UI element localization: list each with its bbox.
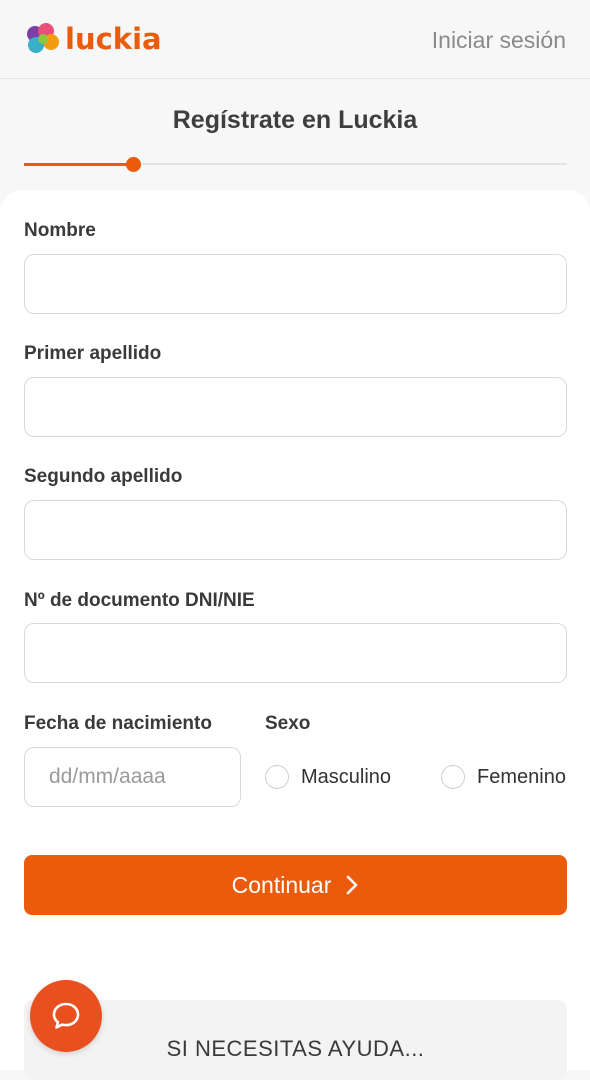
clover-logo-icon	[27, 23, 59, 53]
progress-indicator-dot	[125, 157, 141, 172]
chat-button[interactable]	[30, 980, 102, 1052]
chat-bubble-icon	[52, 1002, 80, 1029]
radio-label-masculino: Masculino	[301, 765, 392, 788]
continue-button[interactable]: Continuar	[24, 855, 567, 915]
login-link[interactable]: Iniciar sesión	[432, 26, 566, 54]
radio-masculino[interactable]: Masculino	[265, 765, 391, 789]
help-heading: SI NECESITAS AYUDA...	[166, 1036, 425, 1061]
radio-femenino[interactable]: Femenino	[441, 765, 566, 789]
radio-circle-masculino[interactable]	[265, 765, 289, 789]
sexo-label: Sexo	[265, 713, 311, 734]
registration-form-card: Nombre Primer apellido Segundo apellido …	[0, 190, 590, 915]
segundo-apellido-input[interactable]	[24, 500, 567, 560]
primer-apellido-label: Primer apellido	[24, 343, 162, 364]
fecha-nacimiento-input[interactable]	[24, 747, 241, 807]
page-title: Regístrate en Luckia	[172, 106, 418, 134]
chevron-right-icon	[347, 875, 358, 895]
logo-wordmark: luckia	[65, 22, 162, 56]
radio-label-femenino: Femenino	[477, 765, 566, 788]
primer-apellido-input[interactable]	[24, 377, 567, 437]
luckia-logo[interactable]: luckia	[24, 22, 162, 56]
documento-label: Nº de documento DNI/NIE	[24, 590, 255, 611]
fecha-nacimiento-label: Fecha de nacimiento	[24, 713, 212, 734]
nombre-label: Nombre	[24, 220, 96, 241]
continue-button-label: Continuar	[231, 871, 332, 898]
top-header: luckia Iniciar sesión	[0, 0, 590, 79]
documento-input[interactable]	[24, 623, 567, 683]
help-box[interactable]: SI NECESITAS AYUDA...	[24, 1000, 567, 1080]
segundo-apellido-label: Segundo apellido	[24, 466, 183, 487]
progress-bar	[24, 157, 567, 172]
progress-fill	[24, 162, 133, 166]
radio-circle-femenino[interactable]	[441, 765, 465, 789]
nombre-input[interactable]	[24, 254, 567, 314]
